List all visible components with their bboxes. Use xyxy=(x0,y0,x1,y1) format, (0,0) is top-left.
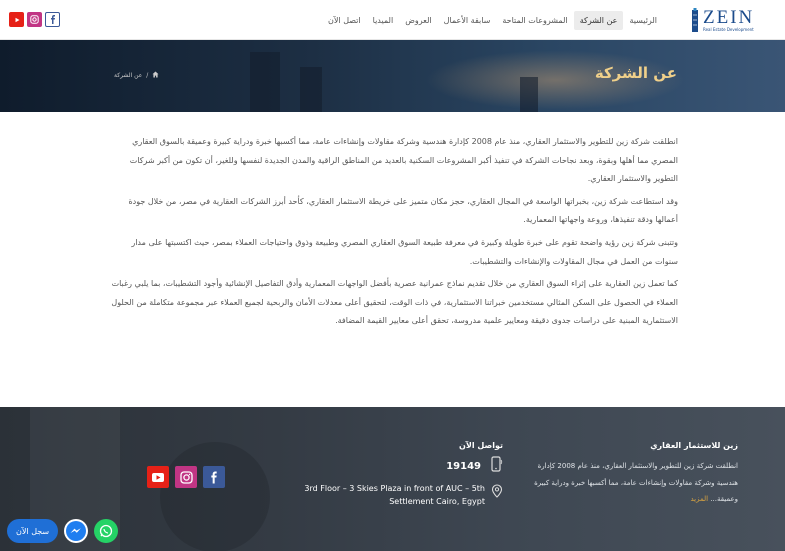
banner-building xyxy=(520,77,538,112)
footer-bg-silhouette xyxy=(160,442,270,551)
footer-address: 3rd Floor – 3 Skies Plaza in front of AU… xyxy=(295,483,503,508)
footer-social-links xyxy=(147,466,225,488)
address-text: 3rd Floor – 3 Skies Plaza in front of AU… xyxy=(304,484,485,506)
phone-number[interactable]: 19149 xyxy=(446,461,481,472)
page-title: عن الشركة xyxy=(594,64,677,82)
location-pin-icon xyxy=(491,483,503,502)
about-paragraph: انطلقت شركة زين للتطوير والاستثمار العقا… xyxy=(129,137,678,184)
banner-building xyxy=(300,67,322,112)
instagram-icon[interactable] xyxy=(175,466,197,488)
register-now-button[interactable]: سجل الآن xyxy=(7,519,59,543)
youtube-icon[interactable] xyxy=(9,12,24,27)
messenger-icon[interactable] xyxy=(64,519,89,543)
about-paragraph: وقد استطاعت شركة زين، بخبراتها الواسعة ف… xyxy=(128,196,678,225)
nav-item-portfolio[interactable]: سابقة الأعمال xyxy=(438,11,497,30)
breadcrumb: / عن الشركة xyxy=(114,71,159,80)
about-paragraph: كما تعمل زين العقارية على إثراء السوق ال… xyxy=(111,279,678,326)
company-logo[interactable]: ZEIN Real Estate Development xyxy=(691,6,761,34)
logo-wordmark: ZEIN xyxy=(703,7,755,28)
phone-icon xyxy=(489,456,503,476)
facebook-icon[interactable] xyxy=(45,12,60,27)
footer-about-title: زين للاستثمار العقاري xyxy=(650,441,738,450)
youtube-icon[interactable] xyxy=(147,466,169,488)
nav-item-home[interactable]: الرئيسية xyxy=(623,11,663,30)
footer-phone: 19149 xyxy=(446,456,503,476)
instagram-icon[interactable] xyxy=(27,12,42,27)
nav-item-offers[interactable]: العروض xyxy=(399,11,437,30)
main-nav: الرئيسية عن الشركة المشروعات المتاحة ساب… xyxy=(322,11,663,30)
floating-actions: سجل الآن xyxy=(7,519,119,543)
breadcrumb-separator: / xyxy=(146,72,149,79)
nav-item-media[interactable]: الميديا xyxy=(367,11,400,30)
site-header: الرئيسية عن الشركة المشروعات المتاحة ساب… xyxy=(0,0,785,40)
nav-item-contact[interactable]: اتصل الآن xyxy=(322,11,367,30)
logo-tagline: Real Estate Development xyxy=(703,27,754,32)
footer-about-text: انطلقت شركة زين للتطوير والاستثمار العقا… xyxy=(516,458,738,508)
page-banner: عن الشركة / عن الشركة xyxy=(0,40,785,112)
footer-contact-title: تواصل الآن xyxy=(459,441,503,450)
about-content: انطلقت شركة زين للتطوير والاستثمار العقا… xyxy=(108,133,678,335)
banner-building xyxy=(250,52,280,112)
home-icon[interactable] xyxy=(152,71,159,80)
logo-tower-icon xyxy=(692,8,698,32)
about-paragraph: وتتبنى شركة زين رؤية واضحة تقوم على خبرة… xyxy=(131,237,678,266)
header-social-links xyxy=(9,12,60,27)
nav-item-about[interactable]: عن الشركة xyxy=(573,11,624,30)
breadcrumb-current: عن الشركة xyxy=(114,72,143,79)
whatsapp-icon[interactable] xyxy=(94,519,119,543)
nav-item-projects[interactable]: المشروعات المتاحة xyxy=(496,11,573,30)
footer-more-link[interactable]: المزيد xyxy=(690,495,708,503)
facebook-icon[interactable] xyxy=(203,466,225,488)
footer-about-body: انطلقت شركة زين للتطوير والاستثمار العقا… xyxy=(534,462,738,503)
